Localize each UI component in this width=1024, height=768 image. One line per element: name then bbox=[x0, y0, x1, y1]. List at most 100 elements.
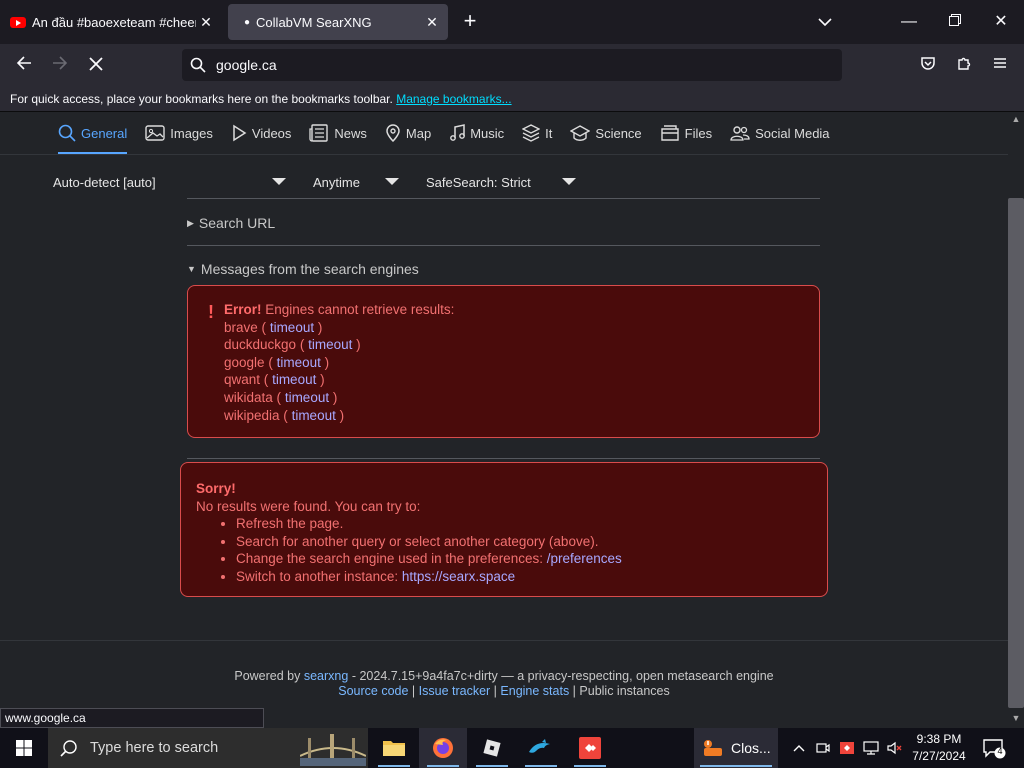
error-message: Engines cannot retrieve results: bbox=[265, 302, 455, 317]
list-all-tabs-icon[interactable] bbox=[815, 12, 835, 32]
map-pin-icon bbox=[386, 124, 400, 142]
graduation-cap-icon bbox=[570, 125, 591, 141]
show-hidden-icons-button[interactable] bbox=[789, 728, 809, 768]
anydesk-icon bbox=[579, 737, 601, 759]
suggestion-list: Refresh the page.Search for another quer… bbox=[196, 515, 622, 585]
search-url-label: Search URL bbox=[198, 215, 276, 231]
firefox-button[interactable] bbox=[419, 728, 467, 768]
back-button[interactable] bbox=[11, 53, 37, 77]
language-select[interactable]: Auto-detect [auto] bbox=[53, 172, 156, 192]
footer-link[interactable]: Public instances bbox=[579, 684, 669, 698]
manage-bookmarks-link[interactable]: Manage bookmarks... bbox=[396, 92, 511, 106]
exclamation-icon: ! bbox=[208, 302, 214, 322]
chevron-up-icon bbox=[793, 745, 805, 752]
tray-anydesk-button[interactable] bbox=[837, 728, 857, 768]
engine-messages-toggle[interactable]: ▼ Messages from the search engines bbox=[187, 261, 419, 277]
tab-general[interactable]: General bbox=[58, 112, 128, 154]
restore-button[interactable] bbox=[943, 10, 967, 34]
bookmarks-toolbar: For quick access, place your bookmarks h… bbox=[0, 86, 1024, 112]
stop-icon bbox=[89, 57, 103, 71]
tab-searxng[interactable]: ● CollabVM SearXNG ✕ bbox=[228, 4, 448, 40]
stop-button[interactable] bbox=[83, 53, 109, 77]
engine-error-item: wikidata ( timeout ) bbox=[224, 389, 454, 407]
tab-strip: An đầu #baoexeteam #cheems ✕ ● CollabVM … bbox=[0, 0, 1024, 44]
closing-app-button[interactable]: Clos... bbox=[694, 728, 778, 768]
time-range-select[interactable]: Anytime bbox=[313, 172, 360, 192]
engine-error-item: qwant ( timeout ) bbox=[224, 371, 454, 389]
engine-list: brave ( timeout ) duckduckgo ( timeout ) g… bbox=[224, 319, 454, 425]
extensions-button[interactable] bbox=[951, 53, 977, 77]
engine-name: duckduckgo bbox=[224, 337, 297, 353]
suggestion-item: Search for another query or select anoth… bbox=[236, 533, 622, 551]
separator: | bbox=[490, 684, 501, 698]
paren-close: ) bbox=[339, 407, 345, 423]
search-url-toggle[interactable]: ▶ Search URL bbox=[187, 215, 275, 231]
people-icon bbox=[730, 126, 750, 141]
url-bar[interactable]: google.ca bbox=[182, 49, 842, 81]
tab-images[interactable]: Images bbox=[145, 112, 213, 154]
minimize-button[interactable]: — bbox=[897, 10, 921, 34]
footer-link[interactable]: Issue tracker bbox=[419, 684, 491, 698]
dolphin-button[interactable] bbox=[517, 728, 565, 768]
tray-app-button[interactable] bbox=[813, 728, 833, 768]
scrollbar-thumb[interactable] bbox=[1008, 198, 1024, 708]
roblox-button[interactable] bbox=[468, 728, 516, 768]
footer-link[interactable]: Engine stats bbox=[500, 684, 569, 698]
engine-error-item: duckduckgo ( timeout ) bbox=[224, 336, 454, 354]
tab-social-media[interactable]: Social Media bbox=[730, 112, 830, 154]
tab-label: Images bbox=[170, 125, 213, 141]
paren-close: ) bbox=[317, 319, 323, 335]
clock[interactable]: 9:38 PM 7/27/2024 bbox=[906, 731, 972, 765]
engine-error-reason: timeout bbox=[269, 319, 315, 335]
search-placeholder: Type here to search bbox=[90, 740, 219, 756]
forward-button[interactable] bbox=[47, 53, 73, 77]
footer-link[interactable]: Source code bbox=[338, 684, 408, 698]
paren-open: ( bbox=[299, 337, 305, 353]
anydesk-button[interactable] bbox=[566, 728, 614, 768]
searxng-link[interactable]: searxng bbox=[304, 669, 348, 683]
suggestion-link[interactable]: https://searx.space bbox=[402, 569, 515, 584]
close-window-button[interactable]: ✕ bbox=[989, 10, 1013, 34]
suggestion-link[interactable]: /preferences bbox=[547, 551, 622, 566]
notification-center-button[interactable]: 4 bbox=[982, 738, 1006, 760]
tab-map[interactable]: Map bbox=[385, 112, 431, 154]
tab-files[interactable]: Files bbox=[660, 112, 712, 154]
network-icon bbox=[863, 741, 879, 755]
divider bbox=[0, 640, 1008, 641]
chevron-down-icon[interactable] bbox=[562, 178, 576, 185]
tab-youtube[interactable]: An đầu #baoexeteam #cheems ✕ bbox=[0, 4, 222, 40]
tab-it[interactable]: It bbox=[522, 112, 552, 154]
navigation-bar: google.ca I bbox=[0, 44, 1024, 103]
scroll-down-icon[interactable]: ▼ bbox=[1008, 713, 1024, 727]
new-tab-button[interactable]: + bbox=[458, 10, 482, 34]
tab-label: Videos bbox=[251, 125, 292, 141]
close-icon[interactable]: ✕ bbox=[422, 14, 442, 31]
paren-open: ( bbox=[276, 389, 282, 405]
pocket-button[interactable] bbox=[915, 53, 941, 77]
tab-label: Music bbox=[470, 125, 505, 141]
engine-error-item: wikipedia ( timeout ) bbox=[224, 407, 454, 425]
chevron-down-icon[interactable] bbox=[385, 178, 399, 185]
tab-science[interactable]: Science bbox=[570, 112, 642, 154]
tab-label: Social Media bbox=[755, 125, 830, 141]
engine-error-box: ! Error! Engines cannot retrieve results… bbox=[187, 285, 820, 438]
footer: Powered by searxng - 2024.7.15+9a4fa7c+d… bbox=[0, 669, 1008, 699]
youtube-icon bbox=[10, 16, 26, 28]
volume-button[interactable] bbox=[885, 728, 905, 768]
separator: | bbox=[569, 684, 580, 698]
chevron-down-icon[interactable] bbox=[272, 178, 286, 185]
safesearch-select[interactable]: SafeSearch: Strict bbox=[426, 172, 531, 192]
tab-videos[interactable]: Videos bbox=[231, 112, 292, 154]
divider bbox=[187, 198, 820, 199]
file-explorer-button[interactable] bbox=[370, 728, 418, 768]
network-button[interactable] bbox=[861, 728, 881, 768]
menu-button[interactable] bbox=[987, 53, 1013, 77]
close-icon[interactable]: ✕ bbox=[196, 14, 216, 31]
camera-icon bbox=[816, 743, 830, 753]
play-icon bbox=[233, 124, 247, 142]
tab-music[interactable]: Music bbox=[449, 112, 504, 154]
scroll-up-icon[interactable]: ▲ bbox=[1008, 114, 1024, 128]
tab-news[interactable]: News bbox=[309, 112, 367, 154]
powered-by-text: Powered by bbox=[234, 669, 301, 683]
start-button[interactable] bbox=[0, 728, 48, 768]
